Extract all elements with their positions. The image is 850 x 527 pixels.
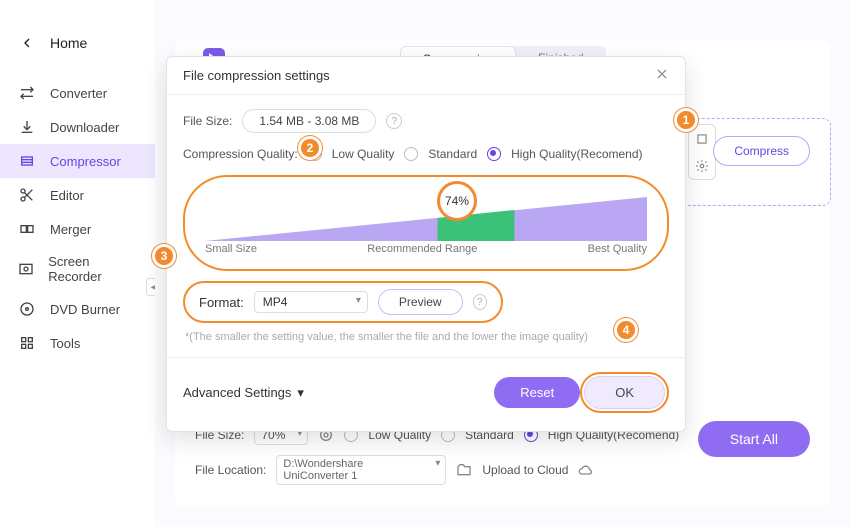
sidebar-item-label: Merger	[50, 222, 91, 237]
callout-1: 1	[674, 108, 698, 132]
location-label: File Location:	[195, 463, 266, 477]
format-row: Format: MP4 Preview ?	[183, 281, 503, 323]
filesize-label: File Size:	[183, 114, 232, 128]
location-select[interactable]: D:\Wondershare UniConverter 1	[276, 455, 446, 485]
radio-high-quality-dlg[interactable]	[487, 147, 501, 161]
download-icon	[18, 118, 36, 136]
sidebar-item-editor[interactable]: Editor	[0, 178, 155, 212]
slider-thumb[interactable]: 74%	[437, 181, 477, 221]
sidebar-item-merger[interactable]: Merger	[0, 212, 155, 246]
quality-slider[interactable]: 74%	[205, 185, 647, 241]
merger-icon	[18, 220, 36, 238]
compressor-icon	[18, 152, 36, 170]
sidebar-item-dvd-burner[interactable]: DVD Burner	[0, 292, 155, 326]
sidebar-item-label: Compressor	[50, 154, 121, 169]
sidebar-item-label: Downloader	[50, 120, 119, 135]
sidebar-item-label: Editor	[50, 188, 84, 203]
grid-icon	[18, 334, 36, 352]
advanced-settings-toggle[interactable]: Advanced Settings ▾	[183, 385, 304, 401]
sidebar-item-screen-recorder[interactable]: Screen Recorder	[0, 246, 155, 292]
preview-button[interactable]: Preview	[378, 289, 463, 315]
advanced-label: Advanced Settings	[183, 385, 291, 400]
compress-button[interactable]: Compress	[713, 136, 810, 166]
callout-4: 4	[614, 318, 638, 342]
scissors-icon	[18, 186, 36, 204]
format-label: Format:	[199, 295, 244, 310]
folder-icon[interactable]	[456, 462, 472, 478]
note-text: *(The smaller the setting value, the sma…	[185, 331, 669, 343]
compression-settings-dialog: File compression settings File Size: 1.5…	[166, 56, 686, 432]
sidebar: Home Converter Downloader Compressor Edi…	[0, 0, 155, 527]
sidebar-item-downloader[interactable]: Downloader	[0, 110, 155, 144]
dialog-title: File compression settings	[183, 68, 330, 83]
converter-icon	[18, 84, 36, 102]
slider-label-recommended: Recommended Range	[367, 243, 477, 255]
radio-standard-dlg[interactable]	[404, 147, 418, 161]
slider-label-small: Small Size	[205, 243, 257, 255]
home-label: Home	[50, 35, 87, 51]
sidebar-item-compressor[interactable]: Compressor	[0, 144, 155, 178]
dialog-close-icon[interactable]	[655, 67, 669, 84]
sidebar-item-label: DVD Burner	[50, 302, 120, 317]
sidebar-item-converter[interactable]: Converter	[0, 76, 155, 110]
item-settings-toggle[interactable]	[688, 124, 716, 180]
slider-label-best: Best Quality	[588, 243, 647, 255]
back-icon	[18, 34, 36, 52]
sidebar-item-label: Screen Recorder	[48, 254, 137, 284]
standard-label: Standard	[428, 147, 477, 161]
chevron-down-icon: ▾	[297, 385, 304, 401]
callout-2: 2	[298, 136, 322, 160]
callout-3: 3	[152, 244, 176, 268]
low-quality-label: Low Quality	[332, 147, 395, 161]
sidebar-item-label: Converter	[50, 86, 107, 101]
disc-icon	[18, 300, 36, 318]
ok-button[interactable]: OK	[584, 376, 665, 409]
start-all-button[interactable]: Start All	[698, 421, 810, 457]
divider	[167, 357, 685, 358]
filesize-range[interactable]: 1.54 MB - 3.08 MB	[242, 109, 376, 133]
sidebar-item-tools[interactable]: Tools	[0, 326, 155, 360]
quality-label: Compression Quality:	[183, 147, 298, 161]
sidebar-item-label: Tools	[50, 336, 80, 351]
ok-highlight: OK	[580, 372, 669, 413]
home-nav[interactable]: Home	[0, 28, 155, 58]
reset-button[interactable]: Reset	[494, 377, 580, 408]
cloud-icon[interactable]	[578, 462, 594, 478]
recorder-icon	[18, 260, 34, 278]
bottom-bar: File Size: 70% Low Quality Standard High…	[195, 425, 810, 495]
high-quality-label: High Quality(Recomend)	[511, 147, 642, 161]
help-icon[interactable]: ?	[386, 113, 402, 129]
quality-slider-region: 74% Small Size Recommended Range Best Qu…	[183, 175, 669, 271]
upload-label: Upload to Cloud	[482, 463, 568, 477]
help-icon[interactable]: ?	[473, 294, 487, 310]
format-select[interactable]: MP4	[254, 291, 368, 313]
